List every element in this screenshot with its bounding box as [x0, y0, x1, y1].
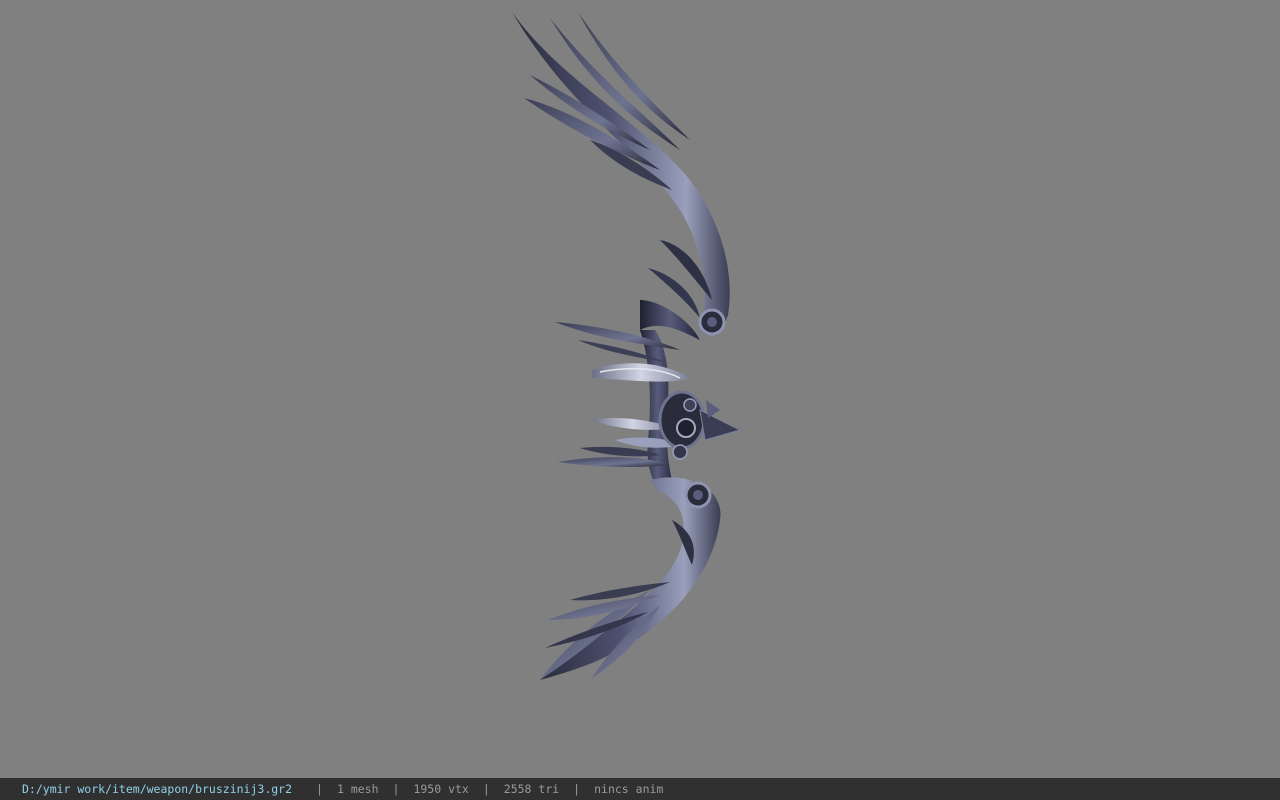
lower-limb [540, 477, 721, 680]
status-bar: D:/ymir work/item/weapon/bruszinij3.gr2 … [0, 778, 1280, 800]
3d-viewport[interactable] [0, 0, 1280, 778]
bow-weapon-model [512, 12, 742, 680]
upper-limb [512, 12, 730, 340]
mesh-count: 1 mesh [336, 782, 379, 796]
separator: | [316, 782, 323, 796]
vertex-count: 1950 vtx [413, 782, 469, 796]
animation-status: nincs anim [594, 782, 664, 796]
file-path: D:/ymir work/item/weapon/bruszinij3.gr2 [22, 782, 293, 796]
separator: | [482, 782, 490, 796]
separator: | [573, 782, 581, 796]
separator: | [392, 782, 400, 796]
triangle-count: 2558 tri [503, 782, 560, 796]
bow-riser [555, 322, 742, 490]
